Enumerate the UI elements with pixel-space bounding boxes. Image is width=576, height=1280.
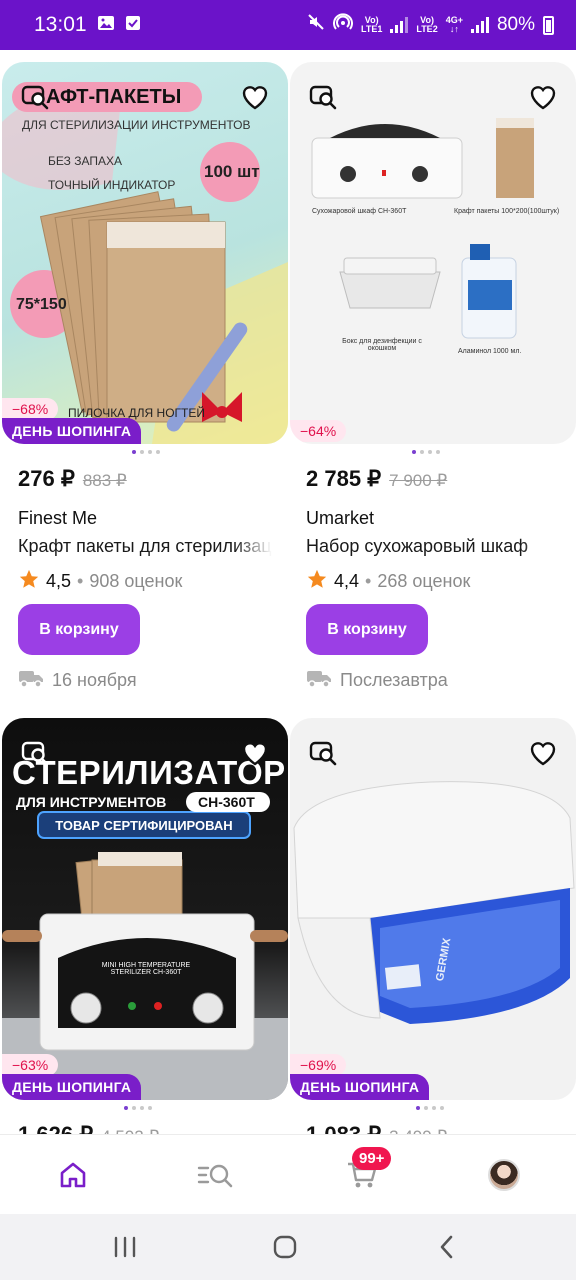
network-type-label: 4G+ ↓↑: [445, 15, 463, 34]
product-image[interactable]: СТЕРИЛИЗАТОР ДЛЯ ИНСТРУМЕНТОВ CH-360T ТО…: [2, 718, 288, 1100]
battery-percent: 80%: [496, 14, 535, 35]
favorite-heart-icon[interactable]: [526, 80, 560, 114]
nav-profile[interactable]: [484, 1157, 524, 1193]
mute-icon: [307, 13, 325, 37]
signal2-icon: [470, 17, 489, 33]
image-pager-dots: [412, 450, 472, 456]
promo-badge: ДЕНЬ ШОПИНГА: [2, 418, 142, 444]
status-time: 13:01: [34, 13, 87, 36]
similar-search-icon[interactable]: [18, 736, 52, 770]
discount-badge: −69%: [290, 1054, 347, 1076]
rating-value: 4,5: [46, 571, 72, 591]
promo-badge: ДЕНЬ ШОПИНГА: [290, 1074, 430, 1100]
star-icon: [306, 568, 328, 595]
uv-sterilizer-artwork: [293, 781, 575, 1024]
product-card[interactable]: GERMIX −69% ДЕНЬ ШОПИНГА 1 083 ₽ 3 499 ₽: [290, 718, 576, 1135]
product-card[interactable]: СТЕРИЛИЗАТОР ДЛЯ ИНСТРУМЕНТОВ CH-360T ТО…: [2, 718, 288, 1135]
sim1-label: Vo) LTE1: [361, 15, 383, 34]
product-title[interactable]: Набор сухожаровый шкаф: [306, 536, 560, 557]
similar-search-icon[interactable]: [18, 80, 52, 114]
discount-badge: −68%: [2, 398, 59, 420]
image-caption-2: Крафт пакеты 100*200(100штук): [454, 208, 560, 215]
home-button-icon[interactable]: [270, 1232, 300, 1262]
price-row: 276 ₽ 883 ₽: [18, 466, 127, 492]
product-grid[interactable]: АФТ-ПАКЕТЫ ДЛЯ СТЕРИЛИЗАЦИИ ИНСТРУМЕНТОВ…: [0, 50, 576, 1135]
hotspot-icon: [333, 13, 353, 37]
image-subline: ДЛЯ СТЕРИЛИЗАЦИИ ИНСТРУМЕНТОВ: [22, 118, 251, 132]
delivery-truck-icon: [306, 668, 332, 693]
rating-separator: •: [77, 571, 84, 591]
rating-separator: •: [365, 571, 372, 591]
cart-count-badge: 99+: [352, 1147, 392, 1170]
old-price: 883 ₽: [82, 471, 127, 490]
back-icon[interactable]: [432, 1232, 462, 1262]
promo-badge: ДЕНЬ ШОПИНГА: [2, 1074, 142, 1100]
product-card[interactable]: АФТ-ПАКЕТЫ ДЛЯ СТЕРИЛИЗАЦИИ ИНСТРУМЕНТОВ…: [2, 62, 288, 690]
checkbox-notification-icon: [125, 14, 141, 37]
old-price: 7 900 ₽: [389, 471, 448, 490]
similar-search-icon[interactable]: [306, 80, 340, 114]
image-feature-1: БЕЗ ЗАПАХА: [48, 154, 122, 168]
image-pager-dots: [124, 1106, 184, 1112]
price: 276 ₽: [18, 466, 75, 491]
status-bar: 13:01 Vo) LTE1 Vo) LTE2 4G+ ↓↑ 80%: [0, 0, 576, 50]
gallery-icon: [97, 14, 115, 37]
similar-search-icon[interactable]: [306, 736, 340, 770]
image-pager-dots: [416, 1106, 476, 1112]
delivery-truck-icon: [18, 668, 44, 693]
nav-catalog-search-icon[interactable]: [196, 1157, 236, 1193]
image-device-label: MINI HIGH TEMPERATURE STERILIZER CH-360T: [101, 962, 191, 976]
image-caption-1: Сухожаровой шкаф СН-360Т: [312, 208, 407, 215]
image-feature-2: ТОЧНЫЙ ИНДИКАТОР: [48, 178, 176, 192]
product-title[interactable]: Крафт пакеты для стерилизации: [18, 536, 272, 557]
sterilizer-set-artwork: [311, 118, 534, 339]
image-size: 75*150: [16, 296, 67, 313]
rating-value: 4,4: [334, 571, 360, 591]
delivery-info: Послезавтра: [306, 668, 448, 693]
brand-name[interactable]: Finest Me: [18, 508, 97, 529]
favorite-heart-icon[interactable]: [526, 736, 560, 770]
delivery-date: Послезавтра: [340, 670, 448, 690]
discount-badge: −63%: [2, 1054, 59, 1076]
image-qty: 100 шт: [204, 162, 260, 181]
image-model: CH-360T: [198, 794, 255, 810]
favorite-heart-icon[interactable]: [238, 80, 272, 114]
status-right: Vo) LTE1 Vo) LTE2 4G+ ↓↑ 80%: [307, 13, 554, 37]
image-subline: ДЛЯ ИНСТРУМЕНТОВ: [16, 794, 167, 810]
avatar[interactable]: [488, 1159, 520, 1191]
product-card[interactable]: Сухожаровой шкаф СН-360Т Крафт пакеты 10…: [290, 62, 576, 690]
image-pager-dots: [132, 450, 192, 456]
bottom-nav: [0, 1134, 576, 1214]
price: 2 785 ₽: [306, 466, 382, 491]
nav-home-icon[interactable]: [53, 1157, 93, 1193]
image-caption-3: Бокс для дезинфекции с окошком: [342, 338, 422, 352]
image-cert: ТОВАР СЕРТИФИЦИРОВАН: [55, 818, 233, 833]
product-image[interactable]: АФТ-ПАКЕТЫ ДЛЯ СТЕРИЛИЗАЦИИ ИНСТРУМЕНТОВ…: [2, 62, 288, 444]
review-count: 908 оценок: [89, 571, 183, 591]
favorite-heart-icon[interactable]: [238, 736, 272, 770]
battery-icon: [543, 15, 554, 35]
status-left: 13:01: [34, 13, 141, 37]
review-count: 268 оценок: [377, 571, 471, 591]
rating: 4,4 • 268 оценок: [306, 568, 470, 595]
system-navigation-bar: [0, 1214, 576, 1280]
star-icon: [18, 568, 40, 595]
product-image[interactable]: GERMIX −69% ДЕНЬ ШОПИНГА: [290, 718, 576, 1100]
add-to-cart-button[interactable]: В корзину: [306, 604, 428, 655]
price-row: 2 785 ₽ 7 900 ₽: [306, 466, 447, 492]
signal1-icon: [390, 17, 409, 33]
discount-badge: −64%: [290, 420, 347, 442]
delivery-info: 16 ноября: [18, 668, 137, 693]
rating: 4,5 • 908 оценок: [18, 568, 182, 595]
image-headline: АФТ-ПАКЕТЫ: [46, 86, 182, 108]
product-image[interactable]: Сухожаровой шкаф СН-360Т Крафт пакеты 10…: [290, 62, 576, 444]
recent-apps-icon[interactable]: [110, 1232, 140, 1262]
delivery-date: 16 ноября: [52, 670, 137, 690]
sim2-label: Vo) LTE2: [416, 15, 438, 34]
add-to-cart-button[interactable]: В корзину: [18, 604, 140, 655]
brand-name[interactable]: Umarket: [306, 508, 374, 529]
image-caption-4: Аламинол 1000 мл.: [458, 348, 522, 355]
